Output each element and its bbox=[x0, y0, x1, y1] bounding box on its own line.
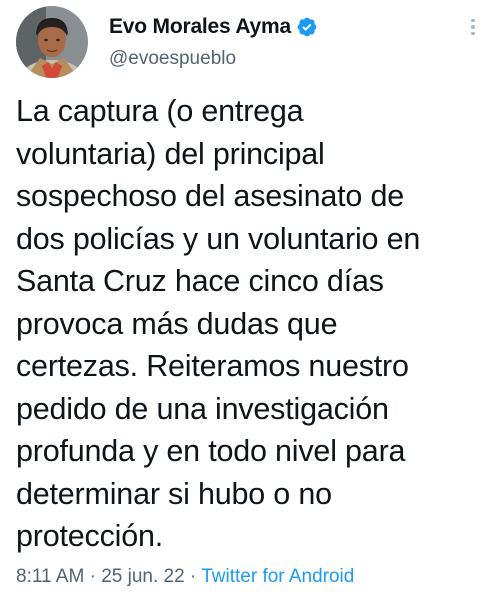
author-display-name[interactable]: Evo Morales Ayma bbox=[109, 15, 291, 39]
tweet-text: La captura (o entrega voluntaria) del pr… bbox=[16, 94, 421, 553]
tweet-date[interactable]: 25 jun. 22 bbox=[101, 566, 184, 587]
more-dot bbox=[471, 25, 475, 29]
meta-separator: · bbox=[189, 566, 197, 587]
avatar[interactable] bbox=[16, 6, 88, 78]
verified-badge-icon bbox=[296, 16, 318, 38]
more-dot bbox=[471, 18, 475, 23]
meta-separator: · bbox=[89, 566, 96, 587]
avatar-image bbox=[16, 6, 88, 78]
more-dot bbox=[471, 31, 475, 36]
author-name-row[interactable]: Evo Morales Ayma bbox=[109, 13, 318, 41]
tweet-card: Evo Morales Ayma @evoespueblo La captura… bbox=[0, 0, 502, 600]
tweet-metadata: 8:11 AM · 25 jun. 22 · Twitter for Andro… bbox=[16, 566, 354, 588]
more-options-icon[interactable] bbox=[466, 12, 480, 42]
tweet-time[interactable]: 8:11 AM bbox=[16, 566, 84, 587]
author-handle[interactable]: @evoespueblo bbox=[109, 48, 236, 70]
tweet-source-link[interactable]: Twitter for Android bbox=[201, 566, 354, 587]
